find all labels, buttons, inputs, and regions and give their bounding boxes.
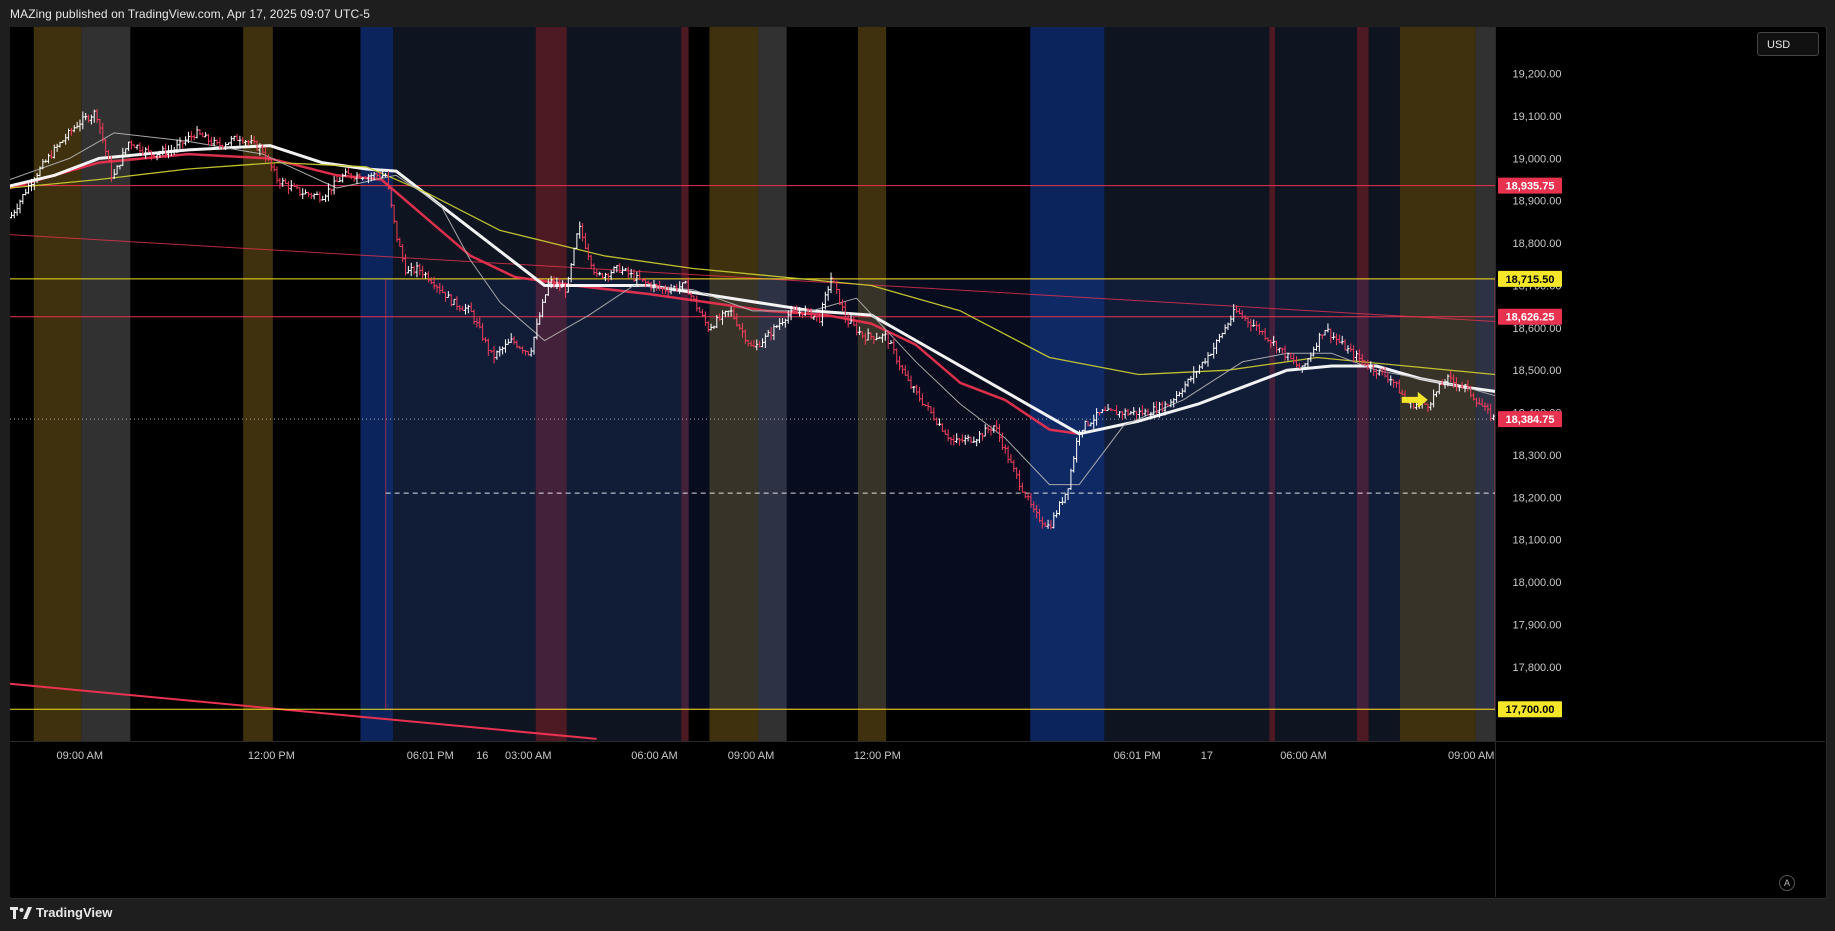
y-tick-label: 18,100.00 xyxy=(1513,535,1562,547)
y-tick-label: 18,300.00 xyxy=(1513,450,1562,462)
time-axis-bg xyxy=(10,741,1825,897)
y-tick-label: 18,800.00 xyxy=(1513,238,1562,250)
autoscale-button[interactable]: A xyxy=(1779,875,1795,891)
price-level-label: 18,715.50 xyxy=(1506,274,1555,286)
x-tick-label: 16 xyxy=(476,750,488,762)
x-tick-label: 06:00 AM xyxy=(1280,750,1326,762)
y-tick-label: 18,900.00 xyxy=(1513,196,1562,208)
y-tick-label: 18,000.00 xyxy=(1513,577,1562,589)
y-tick-label: 18,500.00 xyxy=(1513,365,1562,377)
brand-name: TradingView xyxy=(36,905,113,920)
y-tick-label: 19,200.00 xyxy=(1513,69,1562,81)
x-tick-label: 06:00 AM xyxy=(631,750,677,762)
tradingview-brand[interactable]: TradingView xyxy=(10,905,112,920)
y-tick-label: 18,200.00 xyxy=(1513,492,1562,504)
price-level-label: 18,935.75 xyxy=(1506,181,1555,193)
price-axis-bg xyxy=(1495,27,1825,741)
x-tick-label: 03:00 AM xyxy=(505,750,551,762)
x-tick-label: 12:00 PM xyxy=(248,750,295,762)
y-tick-label: 19,100.00 xyxy=(1513,111,1562,123)
y-tick-label: 19,000.00 xyxy=(1513,153,1562,165)
x-tick-label: 12:00 PM xyxy=(854,750,901,762)
session-band xyxy=(243,27,273,741)
publish-header: MAZing published on TradingView.com, Apr… xyxy=(10,7,371,21)
x-tick-label: 06:01 PM xyxy=(407,750,454,762)
tradingview-logo-icon xyxy=(10,906,32,919)
currency-selector[interactable]: USD xyxy=(1757,32,1819,56)
session-band xyxy=(33,27,82,741)
price-level-label: 18,384.75 xyxy=(1506,414,1555,426)
x-tick-label: 09:00 AM xyxy=(57,750,103,762)
price-chart[interactable]: 17,700.00 17,800.00 17,900.00 18,000.00 18,1… xyxy=(10,27,1825,897)
y-tick-label: 17,900.00 xyxy=(1513,619,1562,631)
price-level-label: 18,626.25 xyxy=(1506,312,1555,324)
y-tick-label: 17,800.00 xyxy=(1513,662,1562,674)
x-tick-label: 17 xyxy=(1201,750,1213,762)
x-tick-label: 09:00 AM xyxy=(728,750,774,762)
x-tick-label: 06:01 PM xyxy=(1114,750,1161,762)
x-tick-label: 09:00 AM xyxy=(1448,750,1494,762)
range-box xyxy=(385,278,1496,710)
price-level-label: 17,700.00 xyxy=(1506,704,1555,716)
